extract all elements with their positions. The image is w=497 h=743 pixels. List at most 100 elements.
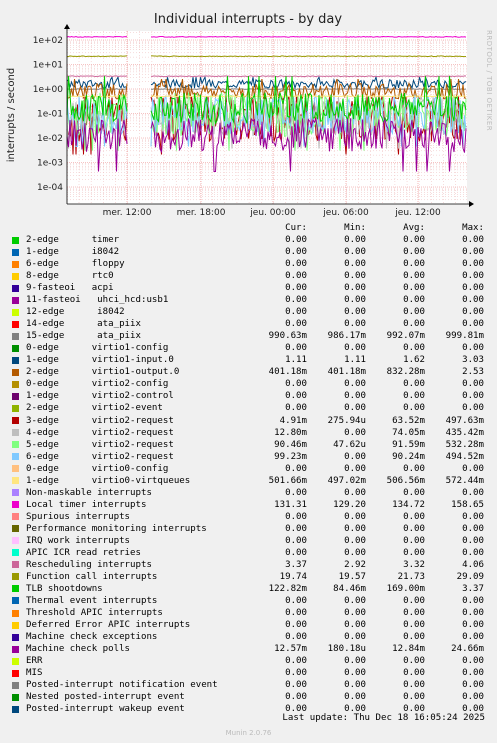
legend-swatch <box>12 513 19 521</box>
legend-swatch <box>12 248 19 256</box>
legend-row: Performance monitoring interrupts 0.00 0.0… <box>12 523 492 535</box>
y-tick-label: 1e-03 <box>37 159 63 169</box>
legend-value-cur: 0.00 <box>285 319 307 330</box>
legend-value-min: 0.00 <box>344 307 366 318</box>
legend-value-min: 275.94u <box>327 415 366 426</box>
legend-value-avg: 63.52m <box>392 415 425 426</box>
legend-value-avg: 0.00 <box>403 692 425 703</box>
legend-row: 1-edge i8042 0.00 0.00 0.00 0.00 <box>12 246 492 258</box>
legend-value-max: 0.00 <box>462 620 484 631</box>
legend-value-min: 0.00 <box>344 595 366 606</box>
legend-value-max: 0.00 <box>462 271 484 282</box>
legend-value-avg: 21.73 <box>397 571 425 582</box>
legend-value-avg: 1.62 <box>403 355 425 366</box>
legend-series-name: Non-maskable interrupts <box>26 487 152 498</box>
legend-value-max: 29.09 <box>456 571 484 582</box>
legend-value-avg: 0.00 <box>403 235 425 246</box>
chart-graph: Individual interrupts - by day RRDTOOL /… <box>6 12 493 218</box>
legend-value-cur: 0.00 <box>285 547 307 558</box>
y-tick-label: 1e+02 <box>33 36 63 46</box>
y-tick-label: 1e-02 <box>37 134 63 144</box>
legend-value-cur: 3.37 <box>285 559 307 570</box>
legend-value-max: 4.06 <box>462 559 484 570</box>
legend-value-min: 0.00 <box>344 343 366 354</box>
legend-value-max: 572.44m <box>445 475 484 486</box>
legend-value-min: 0.00 <box>344 403 366 414</box>
legend-value-cur: 0.00 <box>285 692 307 703</box>
legend-value-min: 0.00 <box>344 427 366 438</box>
series-line <box>66 95 467 98</box>
legend-swatch <box>12 693 19 701</box>
legend-swatch <box>12 417 19 425</box>
legend-value-max: 0.00 <box>462 319 484 330</box>
legend-swatch <box>12 429 19 437</box>
legend-value-min: 180.18u <box>327 644 366 655</box>
legend-value-max: 0.00 <box>462 535 484 546</box>
legend-swatch <box>12 260 19 268</box>
legend-series-name: Deferred Error APIC interrupts <box>26 620 191 631</box>
legend-series-name: 6-edge floppy <box>26 259 125 270</box>
legend-swatch <box>12 392 19 400</box>
legend-value-cur: 0.00 <box>285 595 307 606</box>
legend-series-name: MIS <box>26 668 43 679</box>
legend-swatch <box>12 308 19 316</box>
legend-value-max: 0.00 <box>462 608 484 618</box>
legend-value-max: 0.00 <box>462 343 484 354</box>
legend-swatch <box>12 477 19 485</box>
legend-swatch <box>12 501 19 509</box>
legend-value-cur: 0.00 <box>285 511 307 522</box>
legend-value-cur: 0.00 <box>285 656 307 667</box>
legend-swatch <box>12 609 19 617</box>
legend-value-cur: 0.00 <box>285 463 307 474</box>
legend-series-name: 9-fasteoi acpi <box>26 283 114 294</box>
legend-value-cur: 0.00 <box>285 403 307 414</box>
legend-series-name: Nested posted-interrupt event <box>26 692 185 703</box>
legend-value-cur: 122.82m <box>268 583 307 594</box>
legend-value-cur: 0.00 <box>285 632 307 643</box>
legend-value-max: 0.00 <box>462 235 484 246</box>
legend-value-avg: 169.00m <box>386 583 425 594</box>
legend-series-name: Posted-interrupt notification event <box>26 680 218 691</box>
legend-value-min: 0.00 <box>344 235 366 246</box>
legend-row: 15-edge ata_piix 990.63m 986.17m 992.07m 999… <box>12 330 492 342</box>
legend-swatch <box>12 404 19 412</box>
legend: Cur: Min: Avg: Max: 2-edge timer 0.00 0.00… <box>12 222 492 715</box>
legend-row: 1-edge virtio1-input.0 1.11 1.11 1.62 3.03 <box>12 354 492 366</box>
legend-header-avg: Avg: <box>403 223 425 233</box>
legend-value-avg: 12.84m <box>392 644 425 655</box>
legend-swatch <box>12 356 19 364</box>
legend-series-name: Function call interrupts <box>26 571 158 582</box>
legend-value-avg: 0.00 <box>403 656 425 667</box>
legend-series-name: 5-edge virtio2-request <box>26 439 174 450</box>
legend-value-avg: 0.00 <box>403 487 425 498</box>
legend-series-name: TLB shootdowns <box>26 583 103 594</box>
legend-row: 1-edge virtio2-control 0.00 0.00 0.00 0.00 <box>12 390 492 402</box>
legend-value-min: 0.00 <box>344 535 366 546</box>
x-tick-label: jeu. 12:00 <box>394 208 441 218</box>
legend-value-avg: 0.00 <box>403 511 425 522</box>
legend-value-avg: 0.00 <box>403 535 425 546</box>
legend-value-max: 435.42m <box>445 427 484 438</box>
legend-value-cur: 0.00 <box>285 271 307 282</box>
legend-value-max: 0.00 <box>462 547 484 558</box>
legend-rows: 2-edge timer 0.00 0.00 0.00 0.00 1-edge i8042… <box>12 234 492 715</box>
legend-swatch <box>12 489 19 497</box>
legend-value-cur: 12.80m <box>274 427 307 438</box>
legend-value-max: 0.00 <box>462 487 484 498</box>
legend-swatch <box>12 441 19 449</box>
legend-swatch <box>12 368 19 376</box>
legend-value-avg: 0.00 <box>403 319 425 330</box>
legend-value-cur: 0.00 <box>285 247 307 258</box>
y-tick-label: 1e-01 <box>37 110 63 120</box>
legend-series-name: Thermal event interrupts <box>26 595 158 606</box>
legend-value-min: 0.00 <box>344 511 366 522</box>
legend-value-max: 0.00 <box>462 668 484 679</box>
legend-series-name: Spurious interrupts <box>26 511 131 522</box>
legend-row: 14-edge ata_piix 0.00 0.00 0.00 0.00 <box>12 318 492 330</box>
legend-row: 2-edge timer 0.00 0.00 0.00 0.00 <box>12 234 492 246</box>
legend-value-cur: 0.00 <box>285 235 307 246</box>
legend-value-max: 0.00 <box>462 523 484 534</box>
legend-series-name: 0-edge virtio1-config <box>26 343 169 354</box>
legend-series-name: 2-edge virtio2-event <box>26 403 163 414</box>
legend-swatch <box>12 525 19 533</box>
